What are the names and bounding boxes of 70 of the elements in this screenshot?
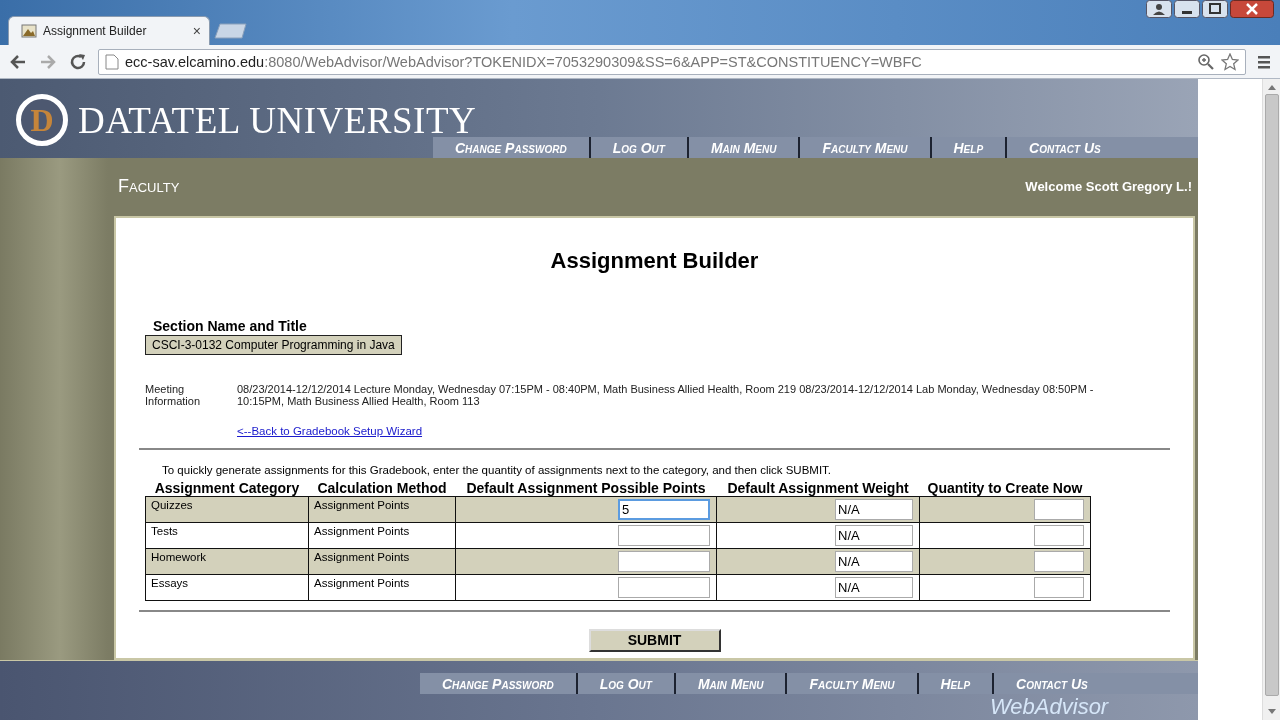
menu-icon[interactable] [1256, 53, 1272, 70]
quantity-field[interactable] [1034, 576, 1084, 598]
nav-link[interactable]: Change Password [420, 675, 576, 692]
address-bar[interactable]: ecc-sav.elcamino.edu:8080/WebAdvisor/WebAdvisor?TOKENIDX=7053290309&SS=6&APP=ST&CONSTITUENCY=WBFC [98, 48, 1246, 75]
scroll-thumb[interactable] [1264, 94, 1279, 696]
url-text: ecc-sav.elcamino.edu:8080/WebAdvisor/WebAdvisor?TOKENIDX=7053290309&SS=6&APP=ST&CONSTITUENCY=WBFC [125, 53, 922, 70]
points-field[interactable]: 5 [618, 498, 710, 520]
nav-link[interactable]: Faculty Menu [800, 139, 930, 156]
welcome-text: Welcome Scott Gregory L.! [1025, 179, 1192, 195]
minimize-icon[interactable] [1174, 0, 1200, 18]
table-cell: Assignment Points [308, 574, 456, 601]
quantity-field[interactable] [1034, 524, 1084, 546]
weight-field[interactable]: N/A [835, 498, 913, 520]
table-cell: Assignment Points [308, 522, 456, 549]
submit-button[interactable]: SUBMIT [588, 628, 721, 652]
points-field[interactable] [618, 524, 710, 546]
nav-link[interactable]: Change Password [433, 139, 589, 156]
nav-link[interactable]: Log Out [590, 139, 687, 156]
table-cell: Essays [145, 574, 309, 601]
section-title: Faculty [118, 176, 180, 198]
webadvisor-logo: WebAdvisor [990, 694, 1109, 720]
maximize-icon[interactable] [1202, 0, 1228, 18]
column-header: Default Assignment Weight [716, 479, 920, 497]
star-icon[interactable] [1221, 52, 1239, 71]
meeting-info: 08/23/2014-12/12/2014 Lecture Monday, Wednesday 07:15PM - 08:40PM, Math Business Allied Health, Room 219 08/23/2014-12/12/2014 Lab Monday, Wednesday 08:50PM - 10:15PM, Math Business Allied Health, Room 113 [237, 382, 1095, 407]
nav-link[interactable]: Log Out [577, 675, 674, 692]
tab-title: Assignment Builder [43, 24, 148, 38]
close-icon[interactable] [1230, 0, 1274, 18]
university-name: DATATEL UNIVERSITY [78, 98, 477, 142]
column-header: Assignment Category [145, 479, 309, 497]
instructions-text: To quickly generate assignments for this Gradebook, enter the quantity of assignments next to the category, and then click SUBMIT. [162, 463, 833, 476]
nav-link[interactable]: Main Menu [688, 139, 799, 156]
table-cell: Homework [145, 548, 309, 575]
table-cell: Quizzes [145, 496, 309, 523]
points-field[interactable] [618, 550, 710, 572]
table-cell: Tests [145, 522, 309, 549]
back-link[interactable]: <--Back to Gradebook Setup Wizard [237, 424, 423, 437]
quantity-field[interactable] [1034, 550, 1084, 572]
reload-icon[interactable] [68, 51, 88, 72]
column-header: Calculation Method [308, 479, 456, 497]
column-header: Quantity to Create Now [919, 479, 1091, 497]
new-tab-button[interactable] [214, 23, 248, 39]
logo-emblem: D [16, 94, 68, 146]
scroll-up-arrow[interactable] [1266, 83, 1277, 91]
user-icon[interactable] [1146, 0, 1172, 18]
nav-link[interactable]: Faculty Menu [787, 675, 917, 692]
weight-field[interactable]: N/A [835, 576, 913, 598]
nav-link[interactable]: Contact Us [994, 675, 1110, 692]
tab-close-button[interactable]: × [192, 23, 201, 39]
browser-tab[interactable]: Assignment Builder × [8, 16, 210, 45]
page-favicon [21, 23, 37, 39]
nav-link[interactable]: Main Menu [675, 675, 786, 692]
table-cell: Assignment Points [308, 548, 456, 575]
scrollbar[interactable] [1262, 79, 1280, 720]
weight-field[interactable]: N/A [835, 524, 913, 546]
points-field[interactable] [618, 576, 710, 598]
page-title: Assignment Builder [549, 247, 760, 274]
scroll-down-arrow[interactable] [1266, 708, 1277, 716]
page-icon [105, 53, 119, 70]
nav-link[interactable]: Help [931, 139, 1006, 156]
quantity-field[interactable] [1034, 498, 1084, 520]
nav-link[interactable]: Help [918, 675, 993, 692]
field-label: Section Name and Title [153, 317, 308, 334]
column-header: Default Assignment Possible Points [455, 479, 717, 497]
nav-link[interactable]: Contact Us [1007, 139, 1123, 156]
field-label: Meeting Information [145, 382, 202, 407]
table-cell: Assignment Points [308, 496, 456, 523]
section-value: CSCI-3-0132 Computer Programming in Java [145, 334, 402, 355]
zoom-icon[interactable] [1197, 52, 1215, 71]
weight-field[interactable]: N/A [835, 550, 913, 572]
